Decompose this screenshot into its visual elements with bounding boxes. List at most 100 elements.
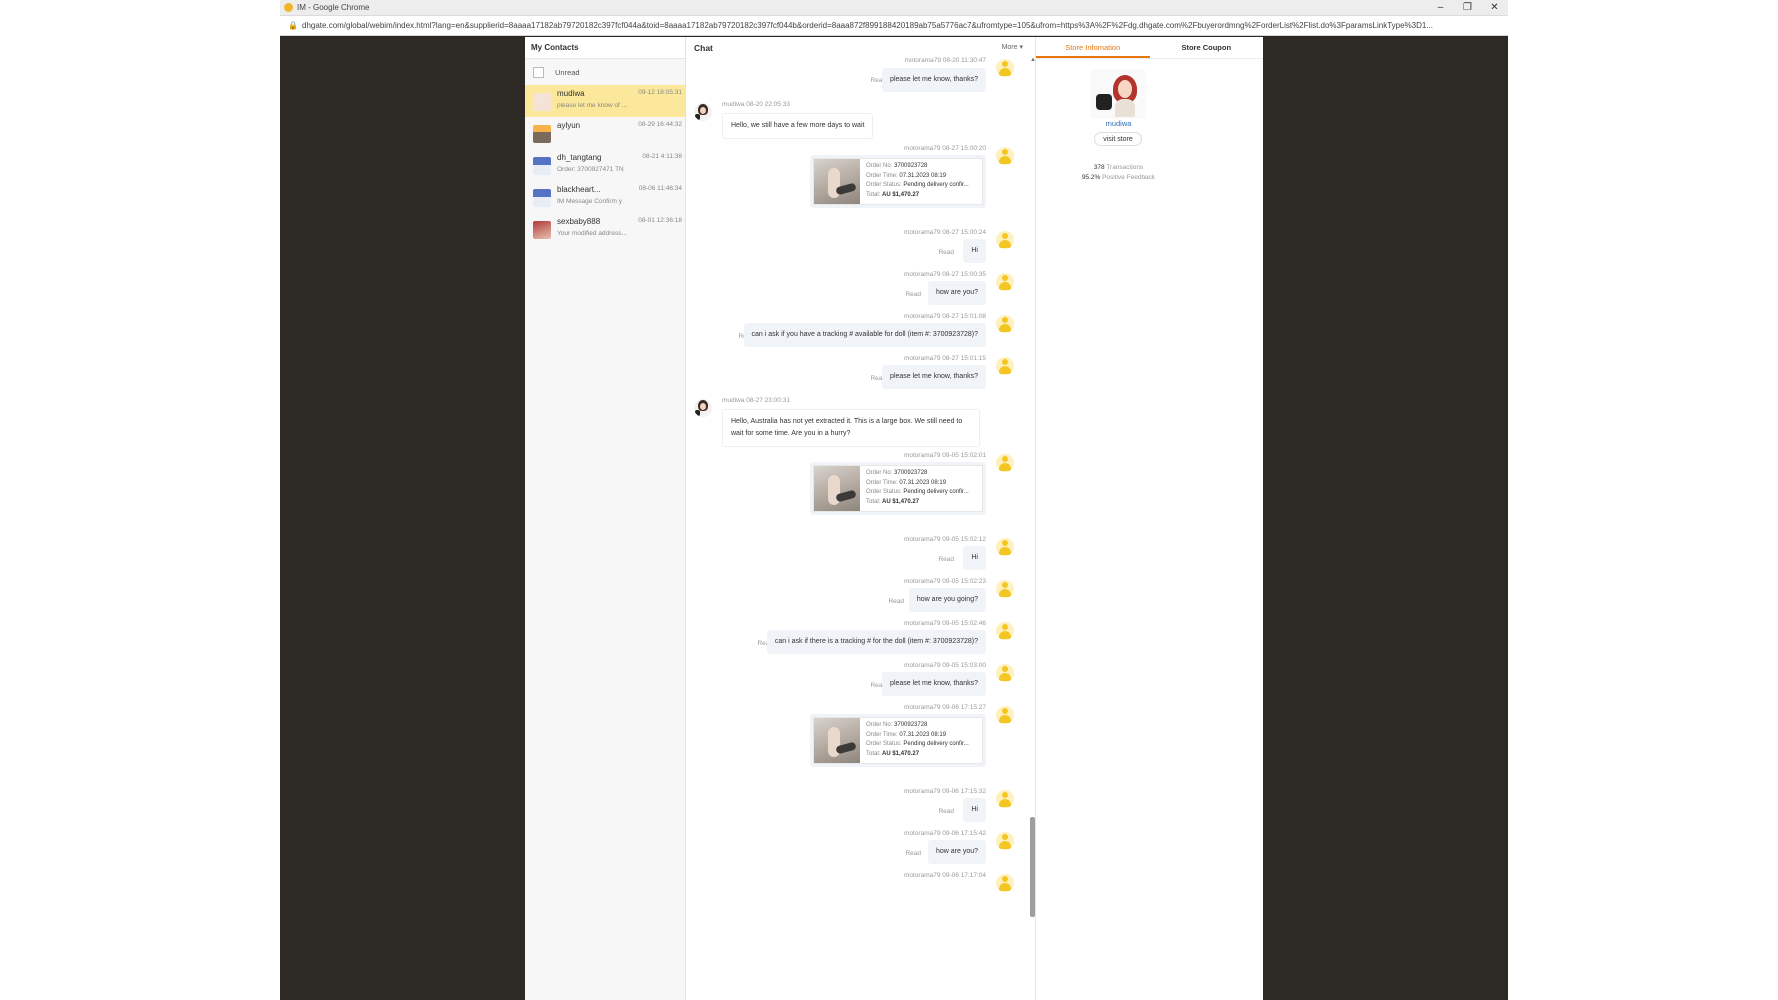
browser-window: IM - Google Chrome – ❐ ✕ 🔒 dhgate.com/gl… (280, 0, 1508, 1000)
read-status: Read (938, 249, 954, 256)
contacts-header: My Contacts (525, 37, 685, 59)
contact-item[interactable]: dh_tangtang 08-21 4:11:38 Order: 3700927… (525, 149, 685, 181)
contact-item[interactable]: mudiwa 09-12 18:05:31 please let me know… (525, 85, 685, 117)
order-time: 07.31.2023 08:19 (899, 479, 947, 486)
message-meta: motorama79 09-06 17:15:27 (903, 704, 986, 711)
store-logo (1090, 69, 1146, 119)
order-time-label: Order Time: (866, 731, 898, 738)
minimize-icon[interactable]: – (1427, 0, 1454, 16)
order-card[interactable]: Order No: 3700923728 Order Time: 07.31.2… (810, 462, 986, 515)
order-total: AU $1,470.27 (882, 750, 920, 757)
user-avatar (996, 538, 1014, 556)
order-time: 07.31.2023 08:19 (899, 731, 947, 738)
message-bubble: how are you? (927, 840, 986, 864)
user-avatar (996, 790, 1014, 808)
order-status-label: Order Status: (866, 741, 902, 748)
message-bubble: Hello, Australia has not yet extracted i… (722, 409, 980, 447)
user-avatar (996, 357, 1014, 375)
contact-preview: please let me know of ... (557, 102, 628, 109)
contact-item[interactable]: blackheart... 08-06 11:46:34 IM Message … (525, 181, 685, 213)
contact-avatar (533, 125, 551, 143)
order-total-label: Total: (866, 191, 881, 198)
product-thumbnail[interactable] (814, 466, 860, 511)
message-meta: mudiwa 08-27 23:00:31 (722, 397, 790, 404)
read-status: Read (905, 850, 921, 857)
read-status: Read (905, 291, 921, 298)
message-meta: motorama79 09-06 17:15:42 (903, 830, 986, 837)
url-text[interactable]: dhgate.com/global/webim/index.html?lang=… (302, 21, 1433, 30)
title-bar: IM - Google Chrome – ❐ ✕ (280, 0, 1508, 16)
contact-item[interactable]: aylyun 08-29 16:44:32 (525, 117, 685, 149)
order-status-label: Order Status: (866, 182, 902, 189)
unread-filter[interactable]: Unread (525, 59, 685, 85)
transactions-count: 378 (1093, 164, 1105, 171)
transactions-label: Transactions (1106, 164, 1144, 171)
visit-store-button[interactable]: visit store (1094, 132, 1142, 146)
chat-title: Chat (694, 43, 713, 53)
contact-avatar (533, 221, 551, 239)
message-bubble: how are you going? (908, 588, 986, 612)
order-no-label: Order No: (866, 722, 893, 728)
contact-preview: Order: 3700927471 TN (557, 166, 624, 173)
message-meta: motorama79 09-05 15:03:00 (903, 662, 986, 669)
window-title: IM - Google Chrome (297, 3, 370, 12)
contact-time: 09-12 18:05:31 (638, 89, 682, 96)
address-bar[interactable]: 🔒 dhgate.com/global/webim/index.html?lan… (280, 16, 1508, 36)
read-status: Read (888, 598, 904, 605)
store-panel: Store Infomation Store Coupon mudiwa vis… (1036, 37, 1263, 1000)
contact-avatar (533, 93, 551, 111)
unread-label: Unread (555, 67, 580, 77)
chat-panel: Chat More ▾ motorama79 08-20 11:30:47 Re… (686, 37, 1036, 1000)
user-avatar (996, 147, 1014, 165)
app-icon (284, 3, 293, 12)
order-no: 3700923728 (894, 163, 928, 169)
contact-avatar (533, 189, 551, 207)
order-no: 3700923728 (894, 470, 928, 476)
im-app: My Contacts Unread mudiwa 09-12 18:05:31… (525, 37, 1263, 1000)
feedback-label: Positive Feedback (1102, 174, 1156, 181)
unread-checkbox[interactable] (533, 66, 544, 78)
contact-preview: Your modified address... (557, 230, 627, 237)
message-meta: motorama79 09-05 15:02:23 (903, 578, 986, 585)
order-card[interactable]: Order No: 3700923728 Order Time: 07.31.2… (810, 714, 986, 767)
tab-store-information[interactable]: Store Infomation (1036, 37, 1150, 58)
message-meta: motorama79 09-06 17:15:32 (903, 788, 986, 795)
product-thumbnail[interactable] (814, 718, 860, 763)
message-list[interactable]: motorama79 08-20 11:30:47 Read please le… (686, 57, 1026, 1000)
scrollbar-thumb[interactable] (1030, 817, 1035, 917)
read-status: Read (938, 556, 954, 563)
contact-item[interactable]: sexbaby888 08-01 12:36:18 Your modified … (525, 213, 685, 245)
feedback-percent: 95.2% (1081, 174, 1101, 181)
tab-store-coupon[interactable]: Store Coupon (1150, 37, 1264, 58)
product-thumbnail[interactable] (814, 159, 860, 204)
user-avatar (996, 832, 1014, 850)
order-total-label: Total: (866, 498, 881, 505)
contact-time: 08-01 12:36:18 (638, 217, 682, 224)
order-status: Pending delivery confir... (903, 741, 969, 748)
message-bubble: Hi (963, 546, 986, 570)
user-avatar (996, 664, 1014, 682)
order-time: 07.31.2023 08:19 (899, 172, 947, 179)
chat-scrollbar[interactable]: ▲ (1028, 57, 1036, 1000)
seller-avatar (694, 103, 712, 121)
contact-time: 08-21 4:11:38 (642, 153, 682, 160)
order-total-label: Total: (866, 750, 881, 757)
user-avatar (996, 231, 1014, 249)
message-meta: motorama79 09-05 15:02:12 (903, 536, 986, 543)
restore-icon[interactable]: ❐ (1454, 0, 1481, 16)
message-bubble: can i ask if there is a tracking # for t… (766, 630, 986, 654)
user-avatar (996, 706, 1014, 724)
message-meta: motorama79 08-27 15:00:24 (903, 229, 986, 236)
message-bubble: please let me know, thanks? (882, 68, 986, 92)
order-card[interactable]: Order No: 3700923728 Order Time: 07.31.2… (810, 155, 986, 208)
more-menu[interactable]: More ▾ (1002, 37, 1023, 59)
order-status-label: Order Status: (866, 489, 902, 496)
store-name[interactable]: mudiwa (1036, 119, 1201, 128)
window-controls: – ❐ ✕ (1427, 0, 1508, 16)
user-avatar (996, 273, 1014, 291)
message-bubble: how are you? (927, 281, 986, 305)
close-icon[interactable]: ✕ (1481, 0, 1508, 16)
user-avatar (996, 454, 1014, 472)
message-meta: motorama79 08-20 11:30:47 (904, 57, 986, 64)
message-bubble: Hello, we still have a few more days to … (722, 113, 874, 139)
